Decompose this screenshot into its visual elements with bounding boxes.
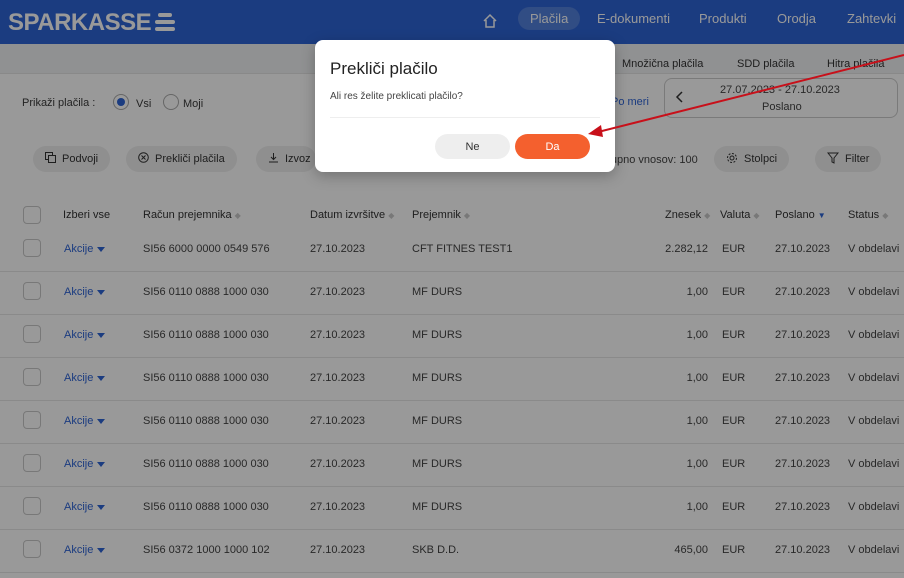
dialog-divider	[330, 117, 600, 118]
cancel-payment-dialog: Prekliči plačilo Ali res želite preklica…	[315, 40, 615, 172]
dialog-title: Prekliči plačilo	[330, 59, 438, 78]
yes-button[interactable]: Da	[515, 134, 590, 159]
dialog-message: Ali res želite preklicati plačilo?	[330, 91, 463, 102]
no-button[interactable]: Ne	[435, 134, 510, 159]
